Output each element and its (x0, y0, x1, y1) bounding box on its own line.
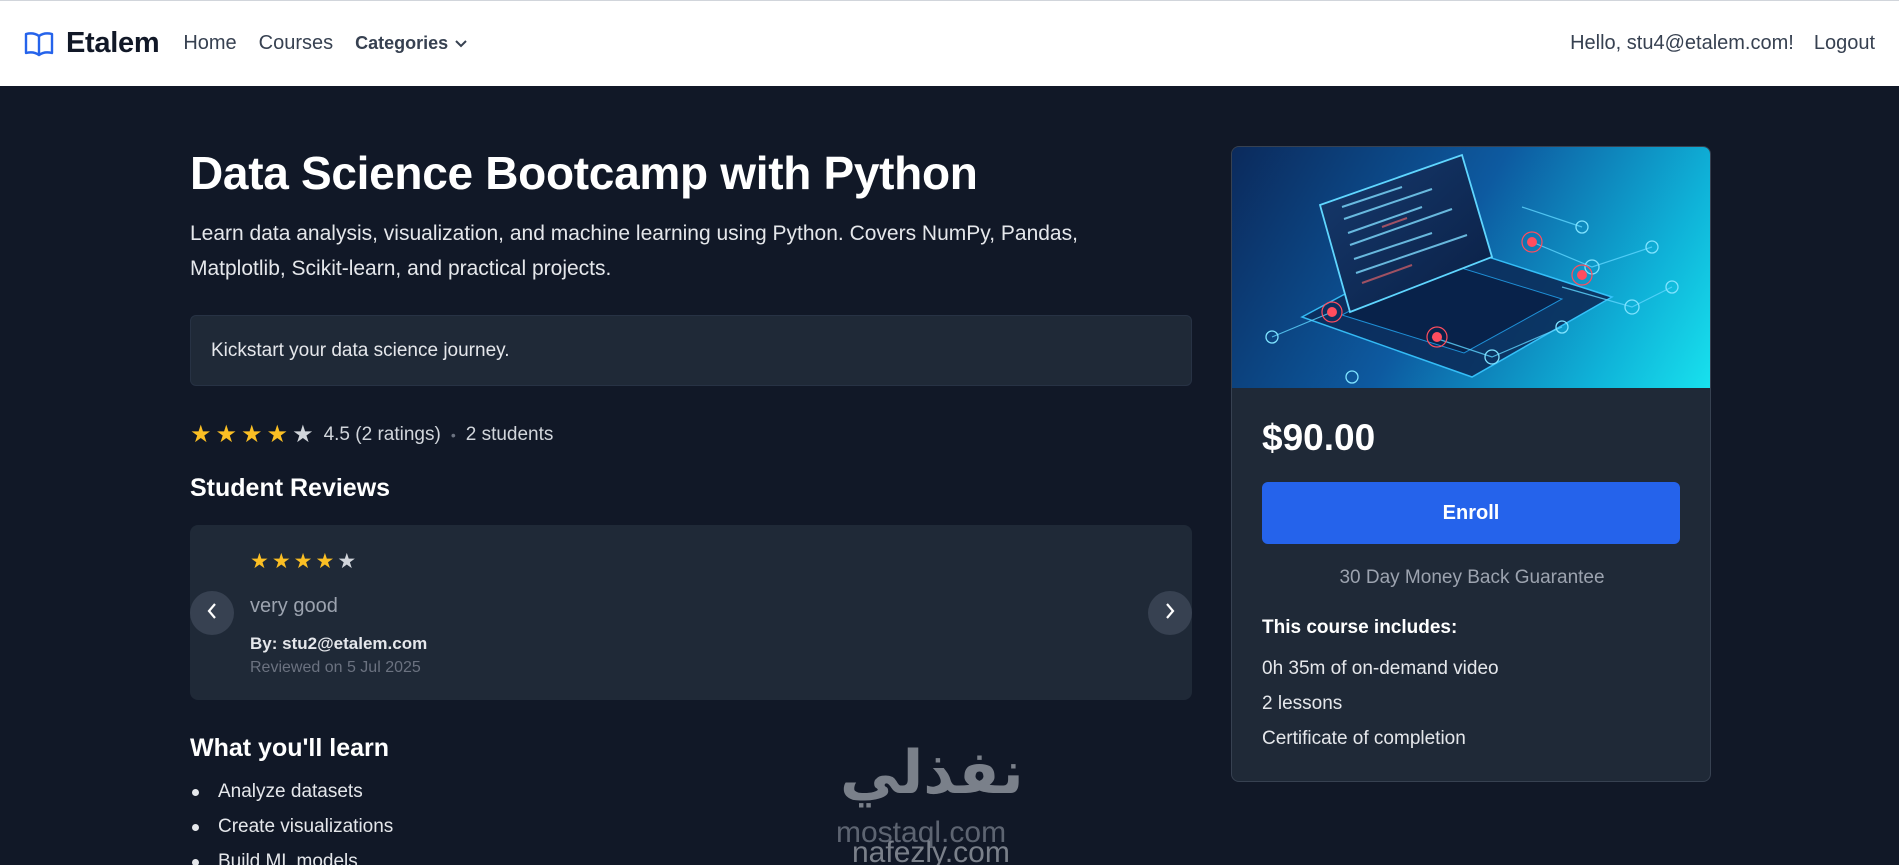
includes-heading: This course includes: (1262, 617, 1458, 638)
nav-home-link[interactable]: Home (183, 32, 236, 55)
categories-dropdown[interactable]: Categories (355, 33, 468, 54)
open-book-icon (24, 29, 54, 59)
includes-item: Certificate of completion (1262, 728, 1466, 749)
star-filled-icon: ★ (190, 421, 212, 448)
purchase-card: $90.00 Enroll 30 Day Money Back Guarante… (1231, 146, 1711, 782)
money-back-guarantee: 30 Day Money Back Guarantee (1339, 567, 1605, 588)
star-filled-icon: ★ (271, 550, 291, 573)
star-filled-icon: ★ (215, 421, 238, 448)
brand[interactable]: Etalem (24, 27, 160, 60)
watermark-arabic: نفذلي (840, 738, 1024, 808)
course-title: Data Science Bootcamp with Python (190, 147, 978, 199)
course-tagline-box: Kickstart your data science journey. (190, 315, 1192, 386)
star-filled-icon: ★ (250, 550, 269, 573)
review-stars: ★ ★ ★ ★ ★ (250, 551, 359, 572)
review-carousel: ★ ★ ★ ★ ★ very good By: stu2@etalem.com … (190, 525, 1192, 700)
review-author: By: stu2@etalem.com (250, 634, 428, 653)
course-price: $90.00 (1262, 417, 1376, 458)
watermark-line-2: nafezly.com (852, 836, 1010, 865)
user-greeting: Hello, stu4@etalem.com! (1570, 32, 1794, 54)
rating-value: 4.5 (2 ratings) (323, 424, 441, 445)
star-empty-icon: ★ (337, 550, 357, 573)
enroll-button[interactable]: Enroll (1262, 482, 1680, 544)
learn-list: Analyze datasets Create visualizations B… (190, 778, 393, 865)
categories-label: Categories (355, 33, 449, 53)
separator-dot: • (450, 427, 456, 443)
course-thumbnail (1232, 147, 1710, 388)
star-filled-icon: ★ (266, 421, 289, 448)
star-filled-icon: ★ (315, 550, 335, 573)
star-filled-icon: ★ (241, 421, 263, 448)
reviews-heading: Student Reviews (190, 474, 391, 502)
course-rating: ★ ★ ★ ★ ★ 4.5 (2 ratings) • 2 students (190, 420, 553, 450)
course-tagline: Kickstart your data science journey. (211, 339, 510, 361)
carousel-prev-button[interactable] (190, 591, 234, 635)
top-navbar: Etalem Home Courses Categories Hello, st… (0, 0, 1899, 86)
nav-courses-link[interactable]: Courses (259, 32, 333, 55)
star-empty-icon: ★ (292, 421, 314, 448)
includes-list: 0h 35m of on-demand video 2 lessons Cert… (1262, 655, 1499, 760)
learn-heading: What you'll learn (190, 734, 390, 762)
student-count: 2 students (465, 424, 554, 445)
learn-item: Create visualizations (190, 813, 393, 848)
learn-item: Analyze datasets (190, 778, 393, 813)
carousel-next-button[interactable] (1148, 591, 1192, 635)
star-filled-icon: ★ (293, 550, 313, 573)
chevron-left-icon (206, 602, 218, 625)
course-description: Learn data analysis, visualization, and … (190, 222, 1078, 280)
chevron-down-icon (454, 33, 468, 54)
review-text: very good (250, 595, 338, 617)
includes-item: 0h 35m of on-demand video (1262, 658, 1499, 679)
review-date: Reviewed on 5 Jul 2025 (250, 659, 421, 676)
learn-item: Build ML models (190, 848, 393, 865)
logout-link[interactable]: Logout (1814, 32, 1875, 55)
chevron-right-icon (1164, 602, 1176, 625)
watermark: نفذلي mostaql.com nafezly.com (830, 738, 1070, 865)
brand-name: Etalem (66, 27, 160, 59)
includes-item: 2 lessons (1262, 693, 1343, 714)
